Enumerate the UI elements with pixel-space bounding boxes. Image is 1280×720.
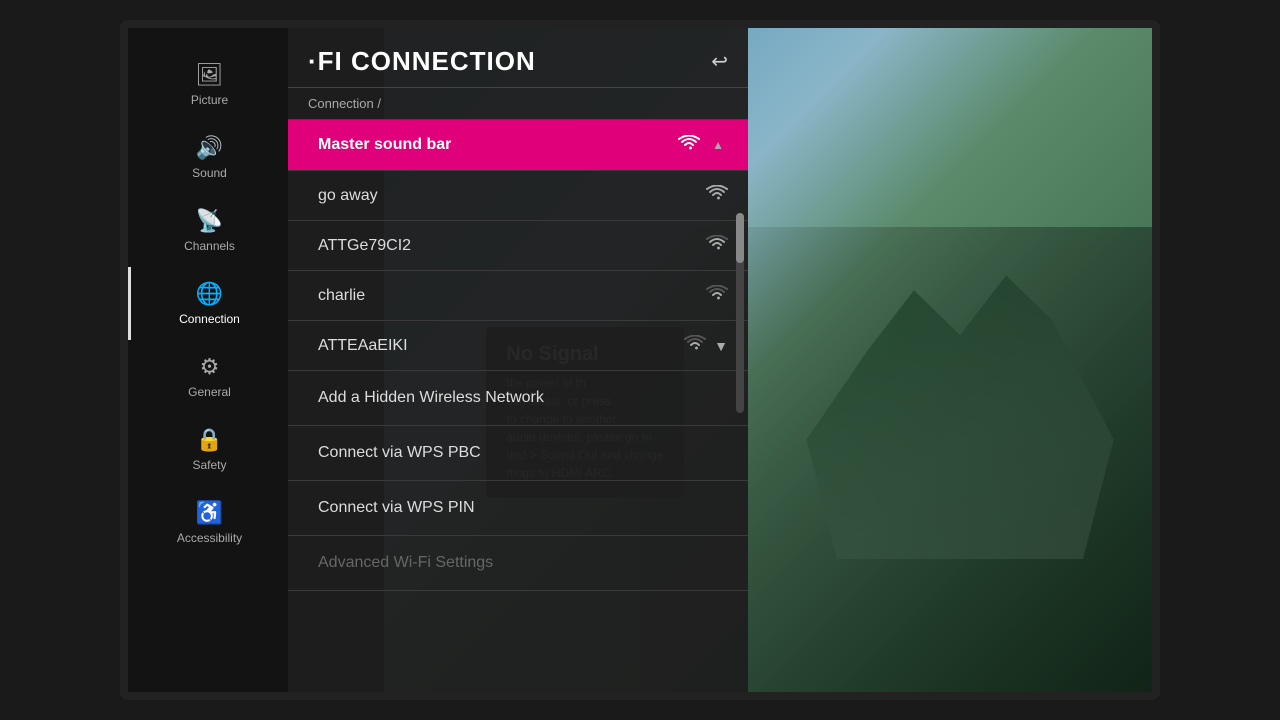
network-name-go-away: go away [318, 187, 378, 205]
tv-screen: No Signal the power of th tion status, o… [120, 20, 1160, 700]
panel-title: ·FI CONNECTION [308, 46, 536, 77]
sidebar-item-picture[interactable]: 🖼 Picture [128, 48, 288, 121]
picture-icon: 🖼 [196, 62, 224, 88]
action-label-advanced-wifi: Advanced Wi-Fi Settings [318, 554, 493, 571]
network-item-atteaaeiki[interactable]: ATTEAaEIKI ▼ [288, 321, 748, 371]
back-button[interactable]: ↩ [711, 49, 728, 74]
action-label-connect-wps-pbc: Connect via WPS PBC [318, 444, 481, 461]
wifi-icon-attge79ci2 [706, 235, 728, 256]
wifi-icon-charlie [706, 285, 728, 306]
network-name-master-sound-bar: Master sound bar [318, 136, 451, 154]
sidebar: 🖼 Picture 🔊 Sound 📡 Channels 🌐 Connectio… [128, 28, 288, 692]
breadcrumb: Connection / [288, 88, 748, 120]
action-connect-wps-pin[interactable]: Connect via WPS PIN [288, 481, 748, 536]
network-name-attge79ci2: ATTGe79CI2 [318, 237, 411, 255]
network-item-right-atteaaeiki: ▼ [684, 335, 728, 356]
action-connect-wps-pbc[interactable]: Connect via WPS PBC [288, 426, 748, 481]
sidebar-item-accessibility[interactable]: ♿ Accessibility [128, 486, 288, 559]
sidebar-label-accessibility: Accessibility [177, 531, 242, 545]
sidebar-label-picture: Picture [191, 93, 228, 107]
accessibility-icon: ♿ [196, 500, 223, 526]
wifi-icon-go-away [706, 185, 728, 206]
sidebar-item-general[interactable]: ⚙ General [128, 340, 288, 413]
panel-header: ·FI CONNECTION ↩ [288, 28, 748, 88]
dropdown-arrow-atteaaeiki[interactable]: ▼ [714, 338, 728, 354]
action-add-hidden[interactable]: Add a Hidden Wireless Network [288, 371, 748, 426]
general-icon: ⚙ [200, 354, 220, 380]
wifi-icon-atteaaeiki [684, 335, 706, 356]
channels-icon: 📡 [196, 208, 223, 234]
sidebar-item-safety[interactable]: 🔒 Safety [128, 413, 288, 486]
network-list: Master sound bar ▲ [288, 120, 748, 371]
network-item-charlie[interactable]: charlie [288, 271, 748, 321]
sidebar-label-sound: Sound [192, 166, 227, 180]
wifi-icon-master [678, 135, 700, 156]
sidebar-item-connection[interactable]: 🌐 Connection [128, 267, 288, 340]
network-name-charlie: charlie [318, 287, 365, 305]
sound-icon: 🔊 [196, 135, 223, 161]
scrollbar[interactable] [736, 213, 744, 413]
sidebar-label-general: General [188, 385, 231, 399]
sidebar-item-sound[interactable]: 🔊 Sound [128, 121, 288, 194]
main-panel: ·FI CONNECTION ↩ Connection / Master sou… [288, 28, 748, 692]
sidebar-label-connection: Connection [179, 312, 240, 326]
sidebar-label-safety: Safety [192, 458, 226, 472]
action-advanced-wifi: Advanced Wi-Fi Settings [288, 536, 748, 591]
network-item-attge79ci2[interactable]: ATTGe79CI2 [288, 221, 748, 271]
network-item-master-sound-bar[interactable]: Master sound bar ▲ [288, 120, 748, 171]
network-item-go-away[interactable]: go away [288, 171, 748, 221]
network-item-right-master: ▲ [678, 134, 728, 156]
action-label-add-hidden: Add a Hidden Wireless Network [318, 389, 544, 406]
sidebar-item-channels[interactable]: 📡 Channels [128, 194, 288, 267]
scroll-up-arrow[interactable]: ▲ [708, 134, 728, 156]
sidebar-label-channels: Channels [184, 239, 235, 253]
connection-icon: 🌐 [196, 281, 223, 307]
network-name-atteaaeiki: ATTEAaEIKI [318, 337, 408, 355]
safety-icon: 🔒 [196, 427, 223, 453]
scrollbar-thumb [736, 213, 744, 263]
action-label-connect-wps-pin: Connect via WPS PIN [318, 499, 475, 516]
